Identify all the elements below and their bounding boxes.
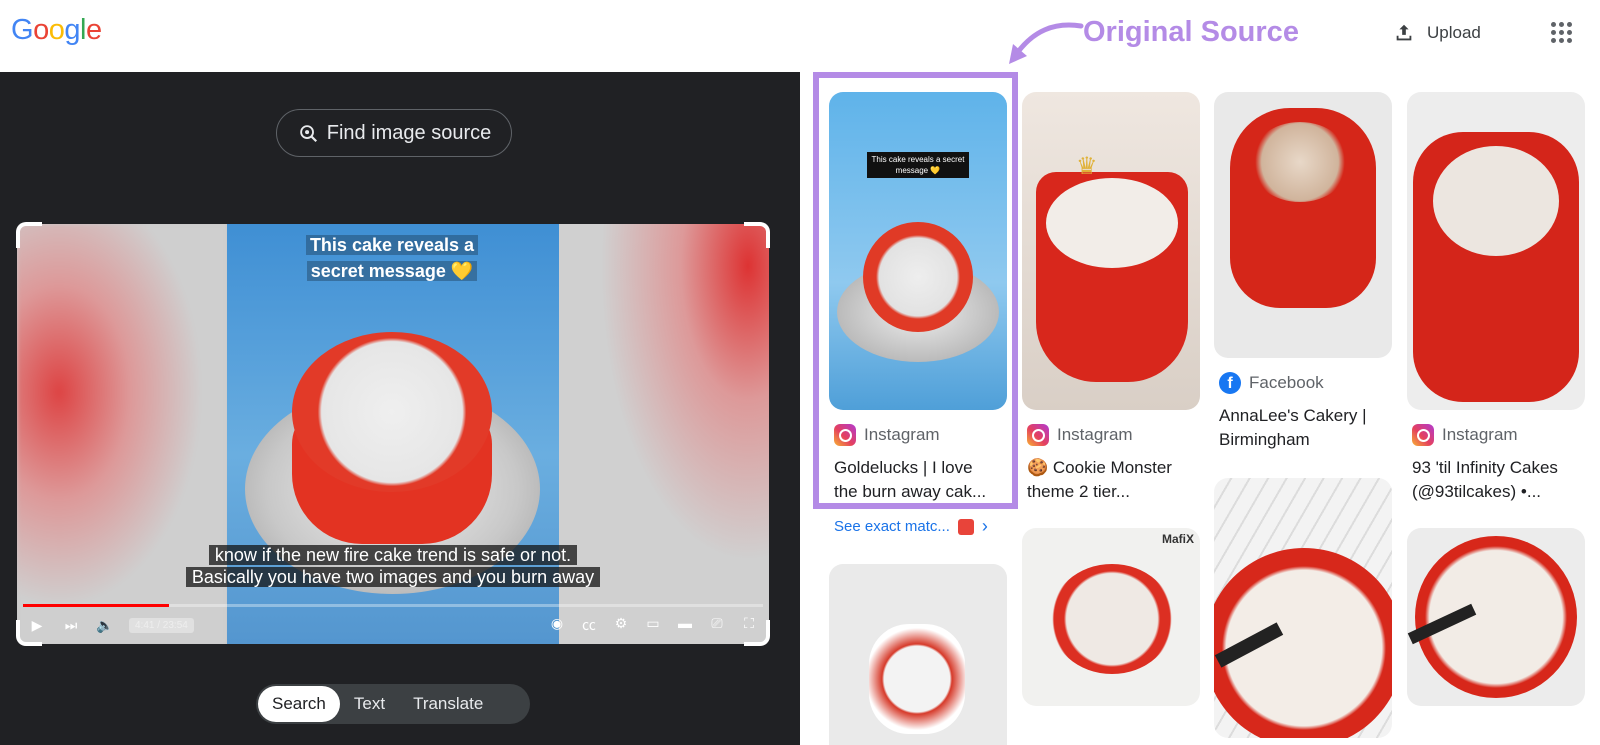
crop-handle-bottom-left[interactable] <box>16 620 42 646</box>
annotation-arrow-icon <box>1009 22 1084 64</box>
volume-icon[interactable]: 🔈 <box>95 617 115 634</box>
mode-tabs: Search Text Translate <box>256 684 530 724</box>
crop-handle-top-right[interactable] <box>744 222 770 248</box>
result-title[interactable]: AnnaLee's Cakery | Birmingham <box>1219 404 1391 452</box>
crop-handle-top-left[interactable] <box>16 222 42 248</box>
result-thumbnail[interactable] <box>1407 92 1585 410</box>
image-preview-panel: Find image source This cake reveals a se… <box>0 72 800 745</box>
video-frame-image: This cake reveals a secret message 💛 kno… <box>17 224 769 644</box>
cast-icon[interactable]: ⎚ <box>707 615 727 635</box>
captions-icon[interactable]: ㏄ <box>579 615 599 635</box>
cake-top-calendar <box>292 332 492 492</box>
result-source: Instagram <box>1027 424 1200 446</box>
video-controls: ▶ ⏭ 🔈 4:41 / 23:54 ◉ ㏄ ⚙ ▭ ▬ ⎚ ⛶ <box>17 610 769 640</box>
chevron-right-icon: › <box>981 516 988 536</box>
top-bar: Google Upload <box>0 0 1600 72</box>
facebook-icon: f <box>1219 372 1241 394</box>
original-source-highlight <box>813 72 1018 509</box>
instagram-icon <box>1412 424 1434 446</box>
image-search-icon <box>299 125 317 143</box>
result-card[interactable]: Instagram 93 'til Infinity Cakes (@93til… <box>1407 92 1585 504</box>
result-thumbnail[interactable] <box>829 564 1007 745</box>
logo-letter: G <box>11 14 34 46</box>
result-thumbnail[interactable] <box>1407 528 1585 706</box>
tab-translate[interactable]: Translate <box>399 686 497 722</box>
result-card[interactable]: ♛ Instagram 🍪 Cookie Monster theme 2 tie… <box>1022 92 1200 504</box>
result-card[interactable] <box>829 564 1007 745</box>
tab-text[interactable]: Text <box>340 686 399 722</box>
upload-icon <box>1396 24 1412 41</box>
find-image-source-label: Find image source <box>326 121 492 144</box>
upload-label: Upload <box>1427 23 1481 42</box>
result-card[interactable] <box>1214 478 1392 738</box>
exact-match-thumbnail-icon <box>957 518 974 535</box>
logo-letter: o <box>48 14 65 46</box>
video-progress-bar[interactable] <box>23 604 763 607</box>
google-logo[interactable]: Google <box>11 14 102 47</box>
result-thumbnail[interactable] <box>1214 478 1392 738</box>
video-subtitles: know if the new fire cake trend is safe … <box>17 544 769 588</box>
result-thumbnail[interactable] <box>1214 92 1392 358</box>
settings-gear-icon[interactable]: ⚙ <box>611 615 631 635</box>
instagram-icon <box>1027 424 1049 446</box>
tab-search[interactable]: Search <box>258 686 340 722</box>
autoplay-toggle-icon[interactable]: ◉ <box>547 615 567 635</box>
result-card[interactable]: MafiX <box>1022 528 1200 706</box>
see-exact-matches-link[interactable]: See exact matc... › <box>834 516 988 537</box>
crop-handle-bottom-right[interactable] <box>744 620 770 646</box>
find-image-source-button[interactable]: Find image source <box>276 109 512 157</box>
result-thumbnail[interactable]: MafiX <box>1022 528 1200 706</box>
video-progress-fill <box>23 604 169 607</box>
result-source: Instagram <box>1412 424 1585 446</box>
logo-letter: e <box>85 14 102 46</box>
upload-button[interactable]: Upload <box>1393 19 1481 47</box>
next-icon[interactable]: ⏭ <box>61 617 81 634</box>
original-source-annotation: Original Source <box>1083 16 1299 48</box>
result-thumbnail[interactable]: ♛ <box>1022 92 1200 410</box>
result-title[interactable]: 🍪 Cookie Monster theme 2 tier... <box>1027 456 1199 504</box>
result-card[interactable] <box>1407 528 1585 706</box>
result-card[interactable]: f Facebook AnnaLee's Cakery | Birmingham <box>1214 92 1392 452</box>
apps-grid-icon[interactable] <box>1551 22 1572 43</box>
result-title[interactable]: 93 'til Infinity Cakes (@93tilcakes) •..… <box>1412 456 1584 504</box>
theater-mode-icon[interactable]: ▬ <box>675 615 695 635</box>
video-caption-top: This cake reveals a secret message 💛 <box>302 232 482 284</box>
subtitle-line-2: Basically you have two images and you bu… <box>185 567 601 587</box>
logo-letter: g <box>64 14 80 46</box>
video-time: 4:41 / 23:54 <box>129 617 194 633</box>
thumb-watermark: MafiX <box>1161 532 1194 546</box>
miniplayer-icon[interactable]: ▭ <box>643 615 663 635</box>
subtitle-line-1: know if the new fire cake trend is safe … <box>208 545 578 565</box>
logo-letter: o <box>33 14 49 46</box>
result-source: f Facebook <box>1219 372 1392 394</box>
